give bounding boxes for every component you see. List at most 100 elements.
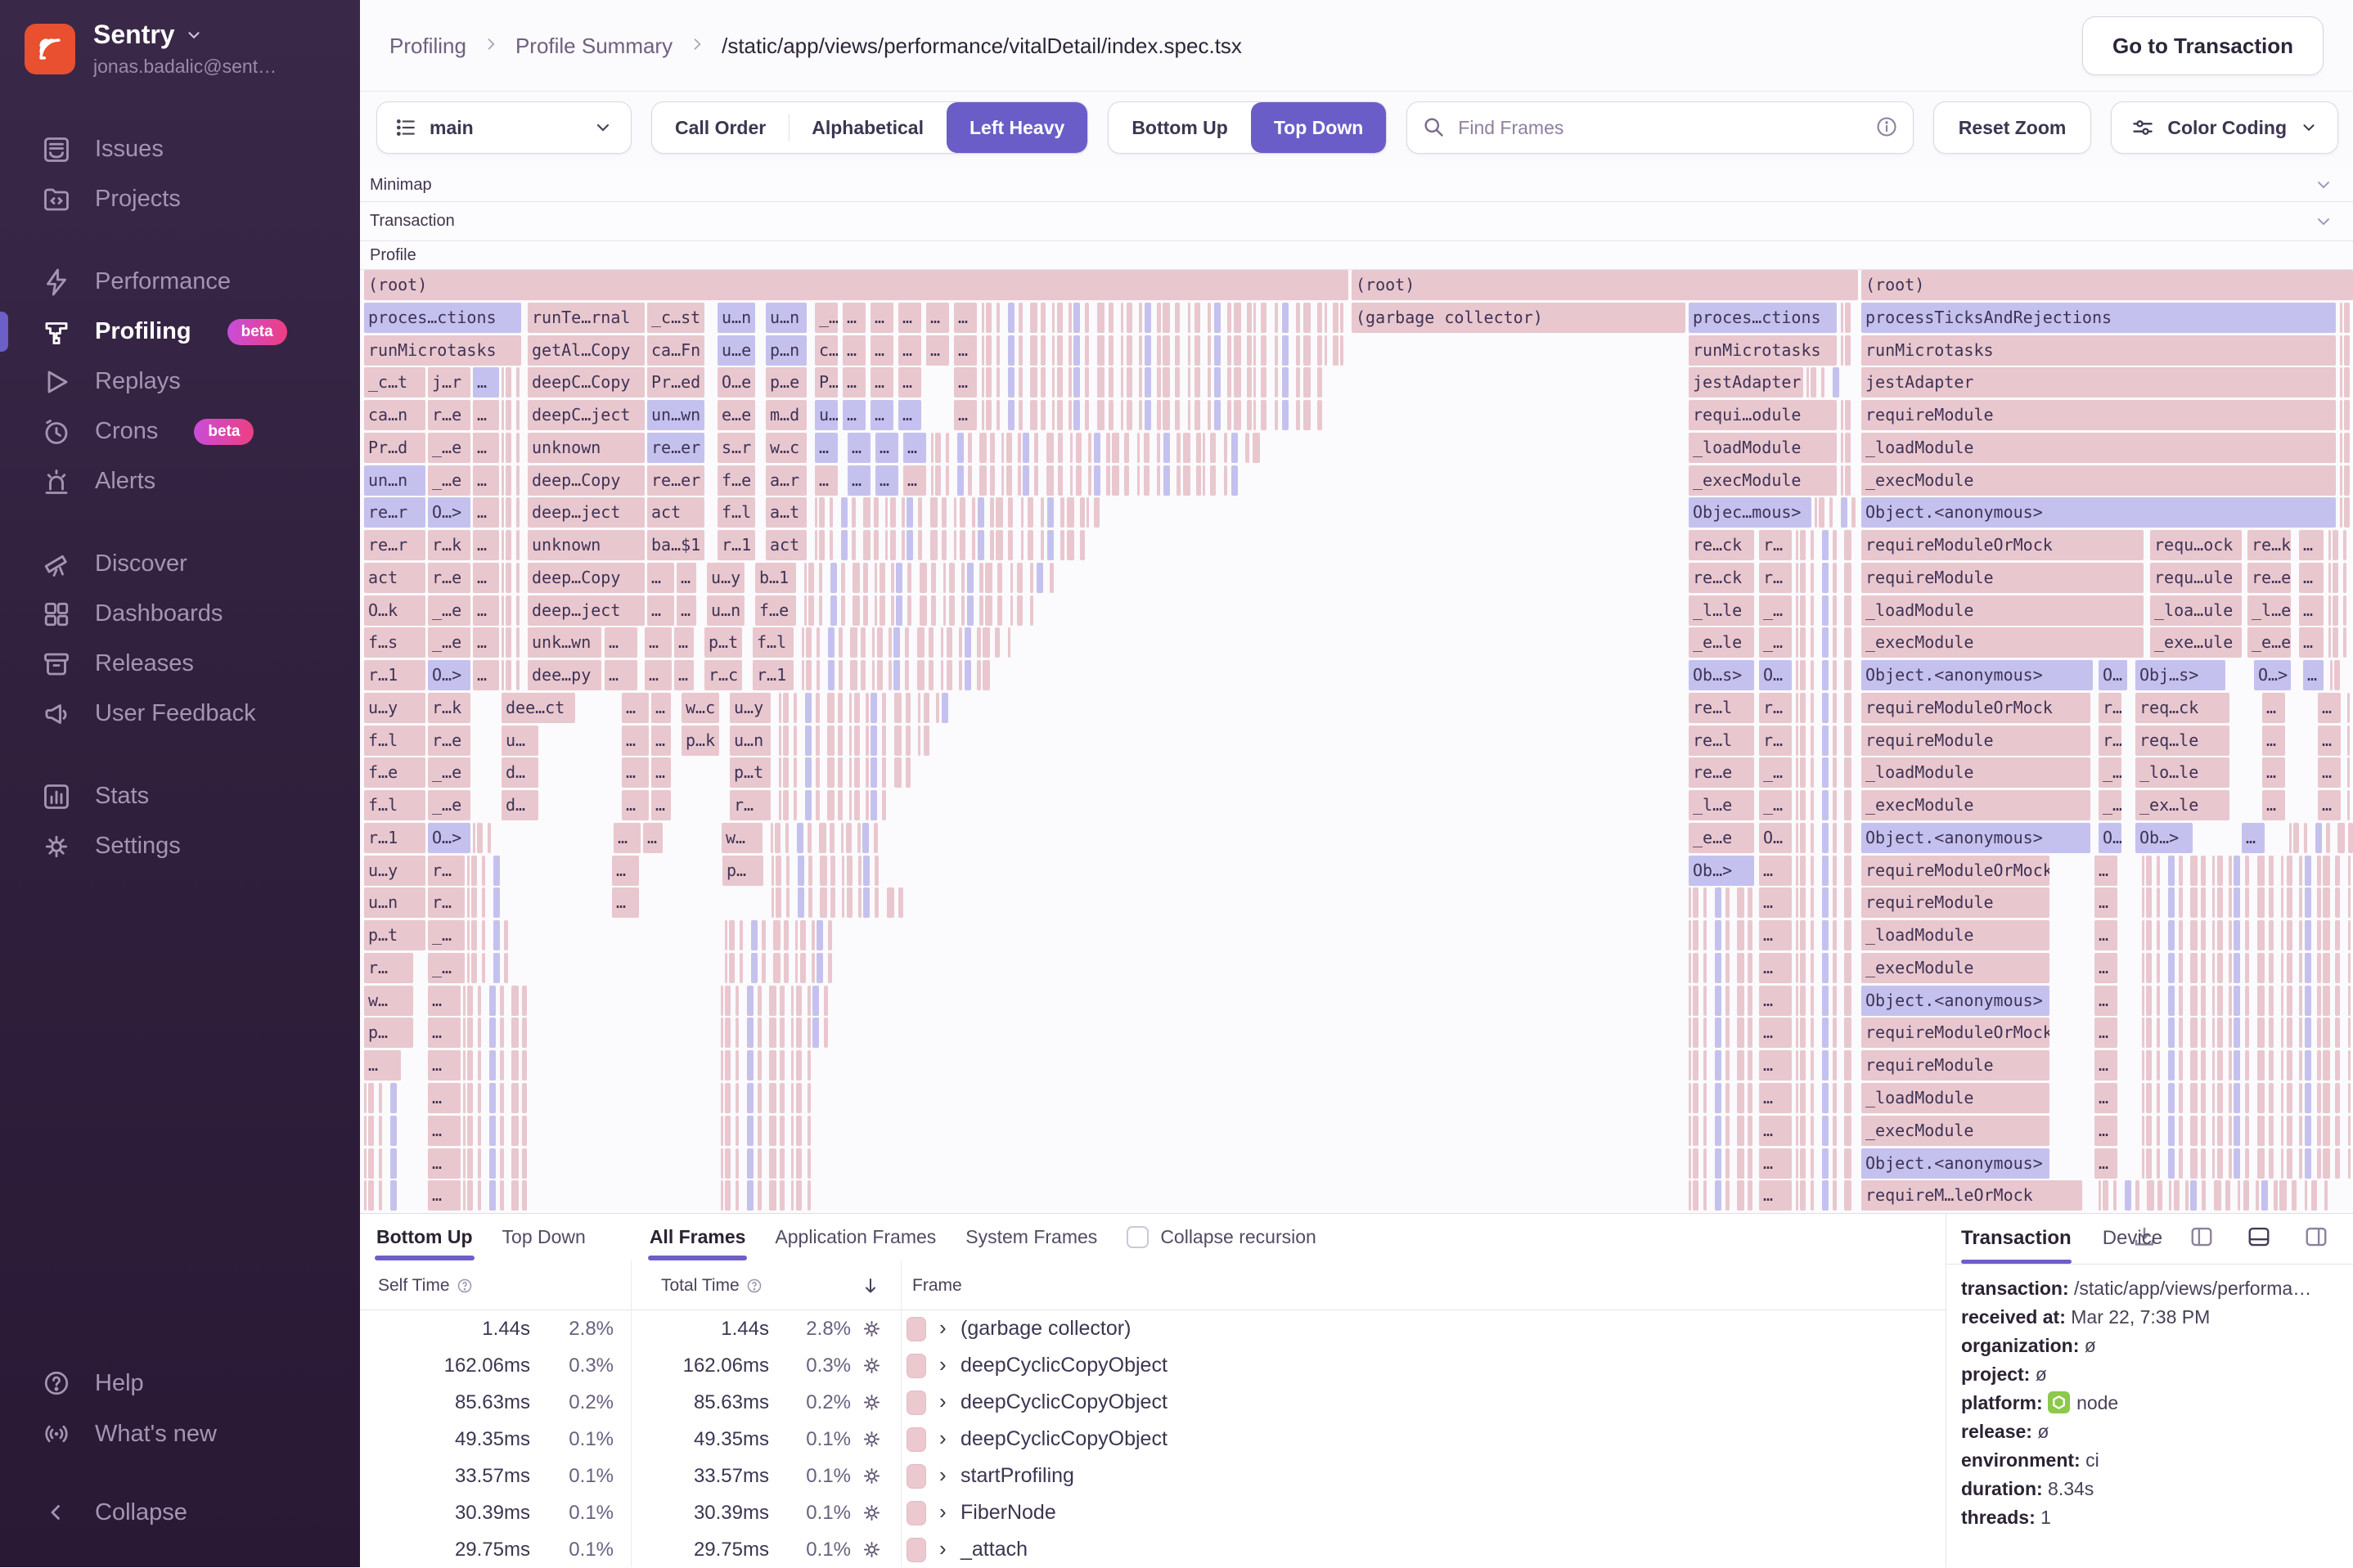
flame-frame[interactable]: [2142, 1115, 2144, 1146]
flame-frame[interactable]: [2348, 1148, 2351, 1179]
flame-frame[interactable]: [482, 887, 485, 919]
flame-frame[interactable]: [2168, 1018, 2175, 1049]
flame-frame[interactable]: …: [954, 335, 977, 366]
flame-frame[interactable]: [1296, 367, 1300, 398]
flame-frame[interactable]: …: [674, 660, 694, 691]
flame-frame[interactable]: [1203, 432, 1205, 463]
flame-frame[interactable]: [1157, 367, 1161, 398]
flame-frame[interactable]: …: [2262, 790, 2285, 821]
flame-frame[interactable]: [721, 1083, 723, 1113]
flame-frame[interactable]: [2229, 920, 2232, 951]
flame-frame[interactable]: [1844, 1148, 1851, 1179]
flame-frame[interactable]: [2317, 1115, 2321, 1146]
flame-frame[interactable]: …: [898, 367, 921, 398]
flame-frame[interactable]: [1112, 432, 1119, 463]
flame-frame[interactable]: [2201, 887, 2206, 919]
flame-frame[interactable]: [812, 1018, 819, 1049]
flame-frame[interactable]: [2305, 1050, 2311, 1081]
flame-frame[interactable]: _…: [428, 920, 465, 951]
flame-frame[interactable]: …: [843, 400, 866, 431]
flame-frame[interactable]: [2190, 1115, 2198, 1146]
flame-frame[interactable]: …: [428, 985, 461, 1016]
flame-frame[interactable]: [1194, 302, 1200, 333]
flame-frame[interactable]: [1023, 465, 1029, 496]
flame-frame[interactable]: …: [645, 660, 672, 691]
flame-frame[interactable]: [758, 1083, 762, 1113]
flame-frame[interactable]: [1822, 627, 1829, 658]
flame-frame[interactable]: [808, 1180, 811, 1211]
flame-frame[interactable]: [828, 952, 832, 983]
flame-frame[interactable]: [1052, 302, 1055, 333]
flame-frame[interactable]: [769, 985, 776, 1016]
flame-frame[interactable]: [1203, 465, 1205, 496]
flame-frame[interactable]: p…t: [364, 920, 425, 951]
flame-frame[interactable]: [1175, 400, 1180, 431]
flame-frame[interactable]: [736, 1083, 739, 1113]
flame-frame[interactable]: r…k: [428, 692, 470, 723]
flame-frame[interactable]: p…t: [730, 757, 771, 788]
flame-frame[interactable]: [1737, 920, 1744, 951]
flame-frame[interactable]: u…n: [707, 595, 745, 626]
flame-frame[interactable]: [2335, 1018, 2340, 1049]
flame-frame[interactable]: …: [848, 465, 871, 496]
flame-frame[interactable]: re…r: [364, 497, 425, 528]
flame-frame[interactable]: deepC…Copy: [528, 367, 645, 398]
flame-frame[interactable]: [511, 1083, 519, 1113]
flame-frame[interactable]: …: [473, 432, 499, 463]
flame-frame[interactable]: [1833, 562, 1837, 593]
flame-frame[interactable]: [830, 822, 835, 853]
flame-frame[interactable]: …: [651, 725, 671, 756]
flame-frame[interactable]: [1196, 465, 1201, 496]
flame-frame[interactable]: [516, 660, 520, 691]
flame-frame[interactable]: [516, 465, 520, 496]
flame-frame[interactable]: [500, 1115, 504, 1146]
flame-frame[interactable]: [783, 692, 789, 723]
flame-frame[interactable]: [875, 595, 877, 626]
flame-frame[interactable]: [2157, 1148, 2160, 1179]
flame-frame[interactable]: [2190, 1083, 2198, 1113]
flame-frame[interactable]: …: [1759, 1018, 1792, 1049]
flame-frame[interactable]: [885, 530, 888, 561]
flame-frame[interactable]: (root): [364, 270, 1348, 300]
flame-frame[interactable]: [2190, 920, 2198, 951]
gear-icon[interactable]: [861, 1391, 883, 1413]
flame-frame[interactable]: [1085, 302, 1089, 333]
flame-frame[interactable]: [959, 627, 962, 658]
flame-frame[interactable]: [2234, 855, 2240, 886]
flame-frame[interactable]: [516, 627, 520, 658]
flame-frame[interactable]: [961, 595, 965, 626]
flame-frame[interactable]: [1060, 530, 1064, 561]
flame-frame[interactable]: [2234, 1018, 2240, 1049]
flame-frame[interactable]: [1821, 367, 1824, 398]
flame-frame[interactable]: e…e: [718, 400, 755, 431]
flame-frame[interactable]: [1325, 335, 1327, 366]
flame-frame[interactable]: [511, 1180, 519, 1211]
flame-frame[interactable]: [1234, 335, 1241, 366]
flame-frame[interactable]: …: [1759, 887, 1792, 919]
flame-frame[interactable]: [1028, 497, 1033, 528]
flame-frame[interactable]: [905, 627, 909, 658]
flame-frame[interactable]: [511, 1115, 519, 1146]
flame-frame[interactable]: [364, 1148, 367, 1179]
flame-frame[interactable]: [852, 530, 856, 561]
flame-frame[interactable]: [2179, 1083, 2183, 1113]
flame-frame[interactable]: [516, 400, 520, 431]
flame-frame[interactable]: …: [473, 367, 499, 398]
flame-frame[interactable]: [2229, 1050, 2232, 1081]
flame-frame[interactable]: [936, 692, 939, 723]
details-tab-device[interactable]: Device: [2103, 1214, 2162, 1264]
flame-frame[interactable]: u…n: [766, 302, 807, 333]
flame-frame[interactable]: [1253, 367, 1256, 398]
flame-frame[interactable]: [511, 985, 519, 1016]
flame-frame[interactable]: [1208, 367, 1211, 398]
flame-frame[interactable]: [2299, 855, 2302, 886]
flame-frame[interactable]: [796, 1115, 802, 1146]
flame-frame[interactable]: [1224, 465, 1227, 496]
flame-frame[interactable]: [1041, 497, 1044, 528]
flame-frame[interactable]: [1822, 790, 1829, 821]
flame-frame[interactable]: [839, 627, 843, 658]
flame-frame[interactable]: [816, 692, 820, 723]
flame-frame[interactable]: …: [647, 562, 674, 593]
details-tab-transaction[interactable]: Transaction: [1961, 1214, 2072, 1264]
flame-frame[interactable]: [1188, 400, 1190, 431]
